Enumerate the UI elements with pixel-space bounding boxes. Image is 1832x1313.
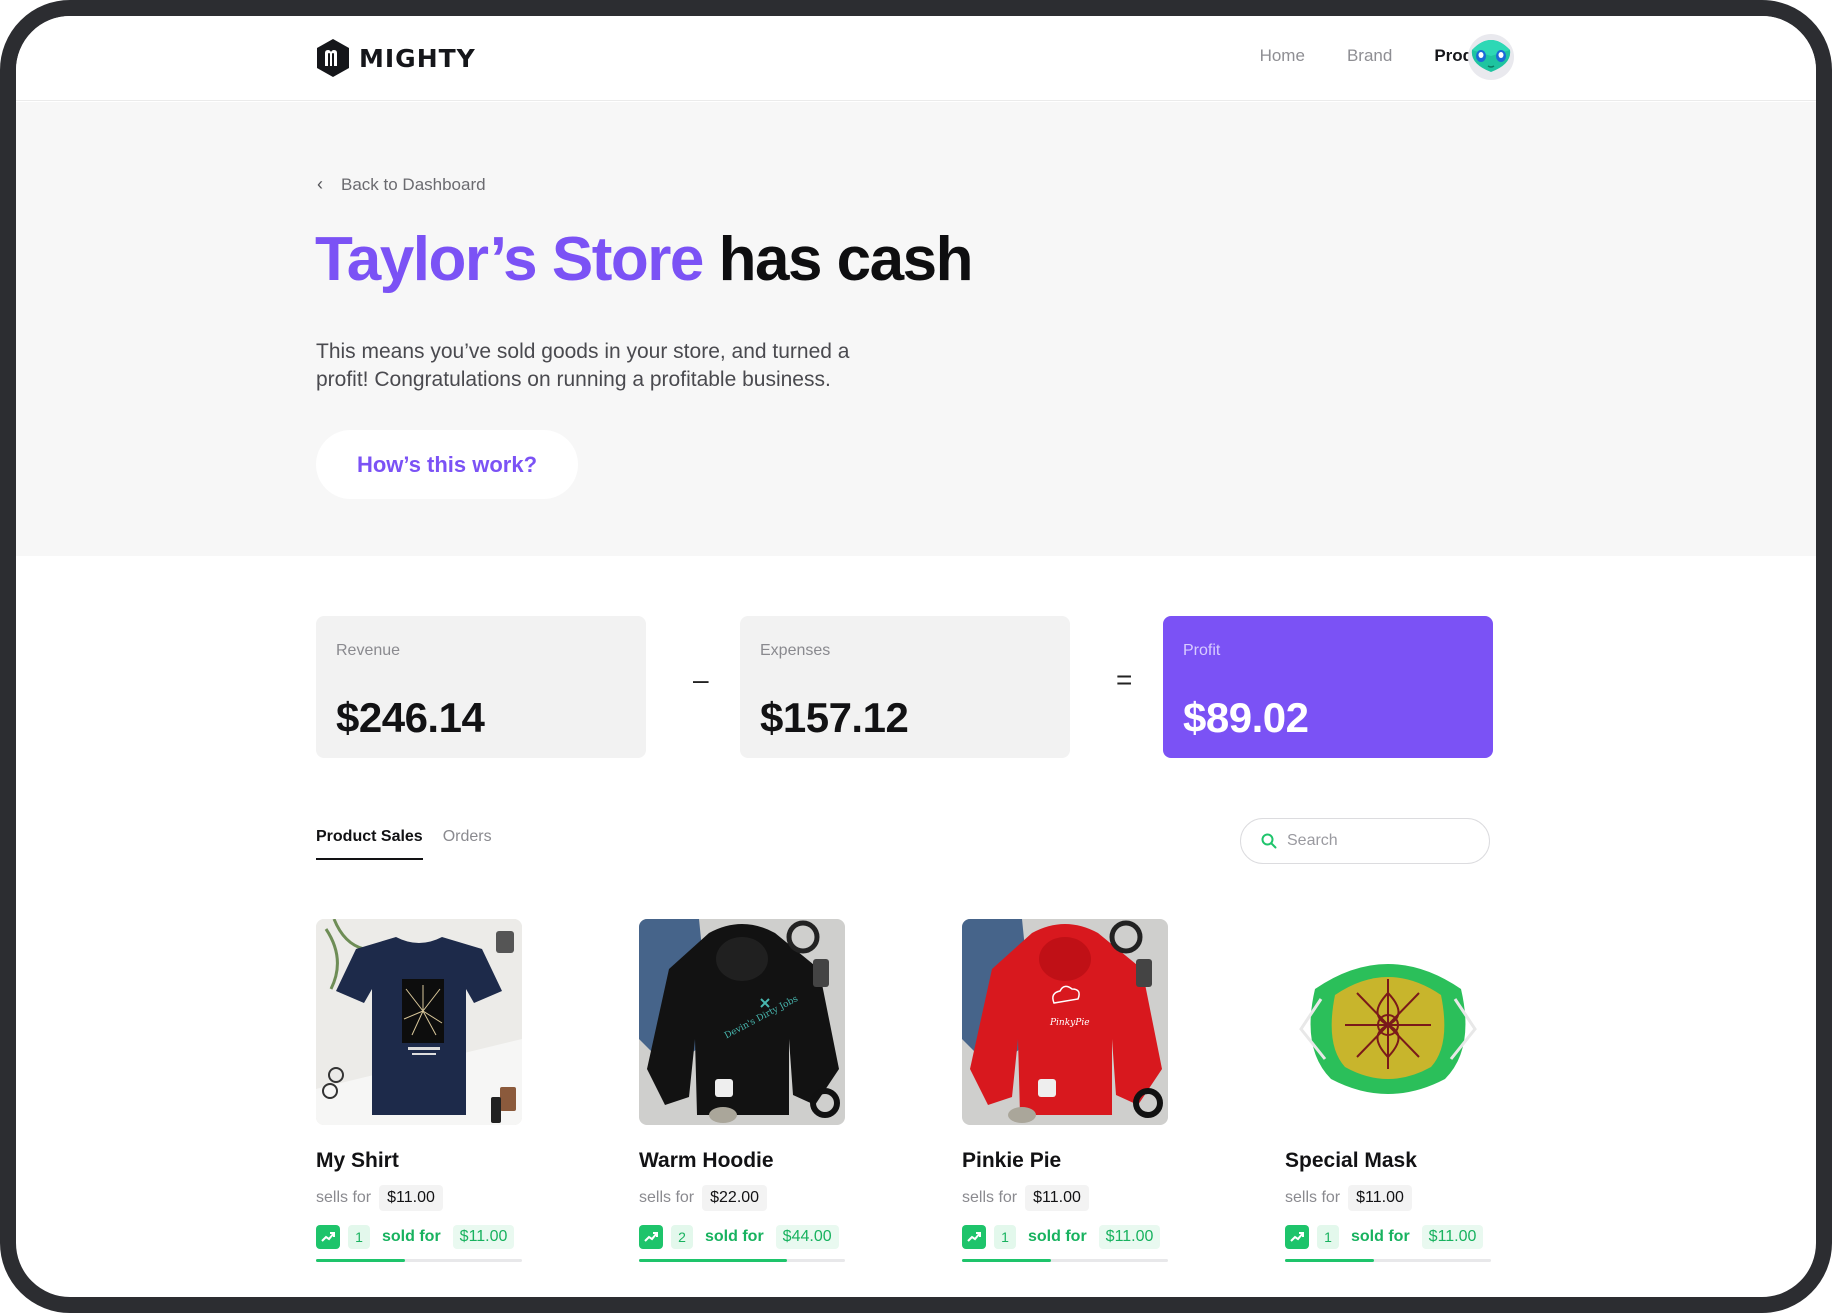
- chevron-left-icon: ‹: [317, 174, 323, 194]
- sold-quantity: 1: [348, 1225, 370, 1249]
- product-name: Warm Hoodie: [639, 1149, 774, 1172]
- sold-row: 1 sold for $11.00: [1285, 1225, 1491, 1249]
- product-price: $11.00: [379, 1185, 443, 1211]
- sold-quantity: 1: [994, 1225, 1016, 1249]
- sells-for-label: sells for: [1285, 1189, 1341, 1206]
- sold-for-label: sold for: [705, 1228, 764, 1245]
- expenses-card: Expenses $157.12: [740, 616, 1070, 758]
- sales-progress-bar: [962, 1259, 1168, 1262]
- sales-progress-fill: [1285, 1259, 1374, 1262]
- price-row: sells for $22.00: [639, 1185, 845, 1211]
- product-image-hoodie[interactable]: Devin's Dirty Jobs: [639, 919, 845, 1125]
- sells-for-label: sells for: [962, 1189, 1018, 1206]
- product-card[interactable]: Special Mask sells for $11.00 1 sold for…: [1285, 919, 1491, 1262]
- trending-up-icon: [1285, 1225, 1309, 1249]
- device-frame: MIGHTY Home Brand Products ‹ Back to Das…: [0, 0, 1832, 1313]
- equals-operator: =: [1116, 664, 1133, 695]
- trending-up-icon: [316, 1225, 340, 1249]
- price-row: sells for $11.00: [962, 1185, 1168, 1211]
- red-hoodie-image-icon: PinkyPie: [962, 919, 1168, 1125]
- product-price: $22.00: [702, 1185, 768, 1211]
- product-image-mask[interactable]: [1285, 919, 1491, 1125]
- sold-amount: $11.00: [1098, 1225, 1161, 1249]
- sold-amount: $44.00: [775, 1225, 839, 1249]
- app-screen: MIGHTY Home Brand Products ‹ Back to Das…: [16, 16, 1816, 1297]
- sales-progress-fill: [639, 1259, 788, 1262]
- black-hoodie-image-icon: Devin's Dirty Jobs: [639, 919, 845, 1125]
- sales-progress-bar: [639, 1259, 845, 1262]
- sold-for-label: sold for: [382, 1228, 441, 1245]
- store-name: Taylor’s Store: [315, 225, 704, 294]
- mighty-logo-icon: [317, 39, 349, 77]
- price-row: sells for $11.00: [316, 1185, 522, 1211]
- sold-quantity: 2: [671, 1225, 693, 1249]
- product-name: Special Mask: [1285, 1149, 1417, 1172]
- sales-progress-bar: [1285, 1259, 1491, 1262]
- search-icon: [1261, 833, 1277, 849]
- product-price: $11.00: [1348, 1185, 1412, 1211]
- nav-link-brand[interactable]: Brand: [1347, 46, 1392, 66]
- sales-progress-fill: [962, 1259, 1051, 1262]
- revenue-card: Revenue $246.14: [316, 616, 646, 758]
- page-title: Taylor’s Store has cash: [315, 224, 974, 295]
- top-nav: MIGHTY Home Brand Products: [16, 16, 1816, 101]
- sold-row: 1 sold for $11.00: [316, 1225, 522, 1249]
- trending-up-icon: [962, 1225, 986, 1249]
- minus-operator: –: [693, 664, 709, 695]
- sales-progress-fill: [316, 1259, 405, 1262]
- sold-for-label: sold for: [1351, 1228, 1410, 1245]
- sells-for-label: sells for: [316, 1189, 372, 1206]
- product-card[interactable]: My Shirt sells for $11.00 1 sold for $11…: [316, 919, 522, 1262]
- sold-for-label: sold for: [1028, 1228, 1087, 1245]
- price-row: sells for $11.00: [1285, 1185, 1491, 1211]
- sold-row: 2 sold for $44.00: [639, 1225, 845, 1249]
- profit-card: Profit $89.02: [1163, 616, 1493, 758]
- trending-up-icon: [639, 1225, 663, 1249]
- sales-tabs: Product Sales Orders: [316, 828, 492, 860]
- back-label: Back to Dashboard: [341, 174, 486, 194]
- hero-section: ‹ Back to Dashboard Taylor’s Store has c…: [16, 102, 1816, 556]
- revenue-value: $246.14: [336, 694, 485, 741]
- brand-logo[interactable]: MIGHTY: [315, 38, 476, 78]
- svg-text:PinkyPie: PinkyPie: [1049, 1018, 1090, 1028]
- sold-row: 1 sold for $11.00: [962, 1225, 1168, 1249]
- product-card[interactable]: Devin's Dirty Jobs Warm Hoodie sells for…: [639, 919, 845, 1262]
- tab-orders[interactable]: Orders: [443, 828, 492, 860]
- alien-avatar-icon: [1471, 40, 1511, 72]
- profit-label: Profit: [1183, 642, 1221, 659]
- product-image-red-hoodie[interactable]: PinkyPie: [962, 919, 1168, 1125]
- how-this-works-button[interactable]: How’s this work?: [316, 430, 578, 499]
- profit-value: $89.02: [1183, 694, 1309, 741]
- search-box[interactable]: [1240, 818, 1490, 864]
- revenue-label: Revenue: [336, 642, 401, 659]
- nav-link-home[interactable]: Home: [1260, 46, 1305, 66]
- product-card[interactable]: PinkyPie Pinkie Pie sells for $11.00 1 s…: [962, 919, 1168, 1262]
- tshirt-image-icon: [316, 919, 522, 1125]
- brand-name: MIGHTY: [359, 43, 476, 73]
- tab-product-sales[interactable]: Product Sales: [316, 828, 423, 860]
- sales-progress-bar: [316, 1259, 522, 1262]
- product-image-shirt[interactable]: [316, 919, 522, 1125]
- sold-quantity: 1: [1317, 1225, 1339, 1249]
- sells-for-label: sells for: [639, 1189, 695, 1206]
- user-avatar[interactable]: [1468, 34, 1514, 80]
- product-name: My Shirt: [316, 1149, 399, 1172]
- product-name: Pinkie Pie: [962, 1149, 1062, 1172]
- hero-description: This means you’ve sold goods in your sto…: [316, 340, 850, 391]
- sold-amount: $11.00: [1421, 1225, 1484, 1249]
- title-rest: has cash: [718, 225, 974, 294]
- back-to-dashboard-link[interactable]: ‹ Back to Dashboard: [317, 174, 486, 195]
- sold-amount: $11.00: [452, 1225, 515, 1249]
- expenses-label: Expenses: [760, 642, 831, 659]
- search-input[interactable]: [1287, 832, 1467, 850]
- product-price: $11.00: [1025, 1185, 1089, 1211]
- face-mask-image-icon: [1285, 919, 1491, 1125]
- expenses-value: $157.12: [760, 694, 909, 741]
